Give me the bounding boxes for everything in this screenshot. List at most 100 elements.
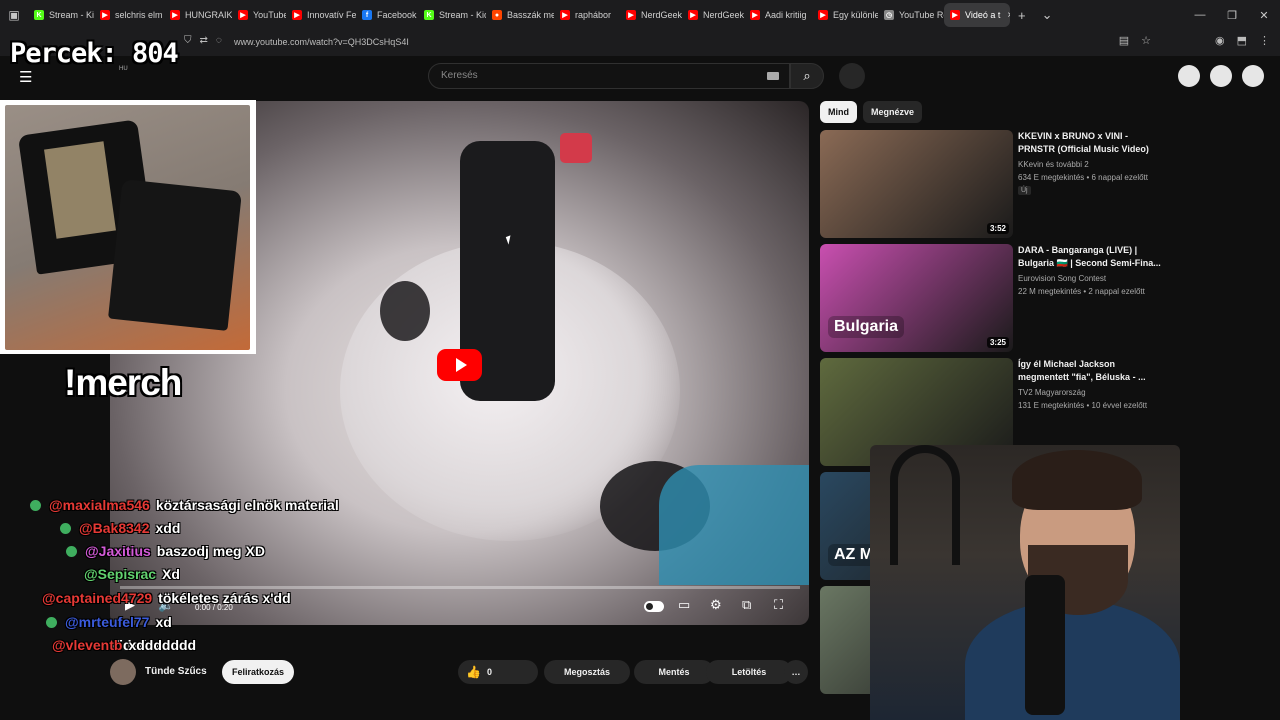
address-icons: ⛉ ⇄ ◌ [184, 35, 222, 46]
minimize-icon[interactable]: — [1184, 9, 1216, 21]
menu-dots-icon[interactable]: ⋮ [1259, 34, 1270, 47]
chat-message: @maxialma546 köztársasági elnök material [30, 497, 339, 513]
tab-favicon-icon: ▶ [750, 10, 760, 20]
save-button[interactable]: Mentés [634, 660, 714, 684]
search-input[interactable]: Keresés [428, 63, 790, 89]
download-button[interactable]: Letöltés [706, 660, 792, 684]
recommended-meta: 131 E megtekintés • 10 évvel ezelőtt [1018, 401, 1148, 410]
miniplayer-icon[interactable]: ⧉ [742, 597, 751, 613]
subtitles-icon[interactable]: ▭ [678, 597, 690, 613]
tab-label: Videó a t [965, 10, 1001, 20]
tab-label: selchris elm [115, 10, 163, 20]
chip-watched[interactable]: Megnézve [863, 101, 923, 123]
voice-search-button[interactable] [839, 63, 865, 89]
autoplay-toggle[interactable] [644, 601, 664, 612]
browser-tab[interactable]: ▶ Innovatív Fe [286, 3, 356, 27]
tab-label: Innovatív Fe [307, 10, 356, 20]
chat-text: tökéletes zárás x'dd [158, 590, 291, 606]
hamburger-menu-icon[interactable]: ☰ [19, 68, 32, 86]
recommended-channel[interactable]: Eurovision Song Contest [1018, 274, 1106, 283]
video-frame-spot [380, 281, 430, 341]
recommended-video[interactable]: 3:52 KKEVIN x BRUNO x VINI - PRNSTR (Offi… [820, 130, 1160, 238]
chat-username: @Jaxitius [85, 543, 151, 559]
url-field[interactable]: www.youtube.com/watch?v=QH3DCsHqS4I [234, 37, 409, 47]
progress-bar[interactable] [120, 586, 800, 589]
browser-tab[interactable]: ▶ NerdGeek [682, 3, 744, 27]
keyboard-icon[interactable] [767, 72, 779, 80]
tab-actions-icon[interactable]: ▣ [0, 0, 28, 30]
recommended-title[interactable]: KKEVIN x BRUNO x VINI - PRNSTR (Official… [1018, 130, 1166, 156]
browser-tab[interactable]: ▶ NerdGeek [620, 3, 682, 27]
tab-favicon-icon: ▶ [238, 10, 248, 20]
browser-tab[interactable]: ▶ raphábor [554, 3, 620, 27]
browser-tab[interactable]: ● Basszák me [486, 3, 554, 27]
browser-tab[interactable]: ▶ YouTube [232, 3, 286, 27]
search-button[interactable]: ⌕ [790, 63, 824, 89]
thumbs-up-icon: 👍 [466, 665, 481, 679]
subscribe-button[interactable]: Feliratkozás [222, 660, 294, 684]
tab-favicon-icon: K [424, 10, 434, 20]
browser-tab[interactable]: ▶ Egy különle [812, 3, 878, 27]
restore-icon[interactable]: ❐ [1216, 9, 1248, 22]
duration-badge: 3:52 [986, 223, 1009, 234]
channel-row: Tünde Szűcs Feliratkozás 👍 0 Megosztás M… [110, 659, 810, 687]
tab-favicon-icon: ▶ [560, 10, 570, 20]
filter-chips: Mind Megnézve [820, 101, 923, 123]
like-button[interactable]: 👍 0 [458, 660, 538, 684]
channel-name[interactable]: Tünde Szűcs [145, 666, 207, 677]
tab-favicon-icon: K [34, 10, 44, 20]
browser-tab-strip: ▣ K Stream - Kic ▶ selchris elm ▶ HUNGRAIK ▶ Yo… [0, 0, 1280, 30]
chip-all[interactable]: Mind [820, 101, 857, 123]
tab-label: raphábor [575, 10, 612, 20]
search-placeholder: Keresés [441, 70, 478, 81]
like-count: 0 [486, 667, 492, 677]
bookmark-icon[interactable]: ☆ [1141, 34, 1151, 47]
account-avatar[interactable] [1242, 65, 1264, 87]
fullscreen-icon[interactable]: ⛶ [774, 597, 783, 613]
chat-username: @mrteufel77 [65, 614, 150, 630]
screen: ▣ K Stream - Kic ▶ selchris elm ▶ HUNGRAIK ▶ Yo… [0, 0, 1280, 720]
more-actions-button[interactable]: … [784, 660, 808, 684]
browser-tab[interactable]: ▶ Aadi kritiig [744, 3, 812, 27]
browser-tab[interactable]: ◷ YouTube Re [878, 3, 944, 27]
recommended-video[interactable]: Bulgaria 3:25 DARA - Bangaranga (LIVE) | B… [820, 244, 1161, 352]
site-settings-icon[interactable]: ⇄ [200, 35, 208, 46]
tab-label: HUNGRAIK [185, 10, 232, 20]
youtube-header: ☰ HU Keresés ⌕ [0, 56, 1280, 96]
browser-tab[interactable]: ▶ selchris elm [94, 3, 164, 27]
new-badge: Új [1018, 186, 1031, 195]
large-play-button[interactable] [437, 349, 482, 381]
shield-icon[interactable]: ⛉ [184, 35, 192, 46]
close-window-icon[interactable]: ✕ [1248, 9, 1280, 22]
new-tab-icon[interactable]: + [1010, 8, 1034, 23]
tracking-icon[interactable]: ◌ [216, 35, 222, 46]
browser-tab[interactable]: K Stream - Kic [418, 3, 486, 27]
reader-icon[interactable]: ▤ [1119, 34, 1129, 47]
settings-gear-icon[interactable]: ⚙ [710, 597, 722, 613]
search-icon: ⌕ [803, 68, 811, 83]
chat-text: baszodj meg XD [156, 543, 265, 559]
chat-badge-icon [60, 523, 71, 534]
recommended-title[interactable]: Így él Michael Jackson megmentett "fia",… [1018, 358, 1166, 384]
extensions-icon[interactable]: ⬒ [1237, 34, 1247, 47]
video-thumbnail[interactable]: Bulgaria 3:25 [820, 244, 1013, 352]
create-button[interactable] [1178, 65, 1200, 87]
notifications-button[interactable] [1210, 65, 1232, 87]
profile-icon[interactable]: ◉ [1215, 34, 1225, 47]
recommended-channel[interactable]: TV2 Magyarország [1018, 388, 1086, 397]
share-button[interactable]: Megosztás [544, 660, 630, 684]
browser-tab[interactable]: ▶ HUNGRAIK [164, 3, 232, 27]
browser-tab[interactable]: ▶Videó a t× [944, 3, 1010, 27]
chat-username: @captained4729 [42, 590, 153, 606]
tab-label: Basszák me [507, 10, 554, 20]
recommended-title[interactable]: DARA - Bangaranga (LIVE) | Bulgaria 🇧🇬 |… [1018, 244, 1166, 270]
channel-avatar[interactable] [110, 659, 136, 685]
browser-tab[interactable]: K Stream - Kic [28, 3, 94, 27]
video-thumbnail[interactable]: 3:52 [820, 130, 1013, 238]
tshirt-print [44, 141, 116, 239]
chat-message: @Jaxitius baszodj meg XD [66, 543, 265, 559]
recommended-channel[interactable]: KKevin és további 2 [1018, 160, 1089, 169]
tab-favicon-icon: ▶ [688, 10, 698, 20]
tab-search-icon[interactable]: ⌄ [1034, 7, 1061, 23]
browser-tab[interactable]: f Facebook [356, 3, 418, 27]
